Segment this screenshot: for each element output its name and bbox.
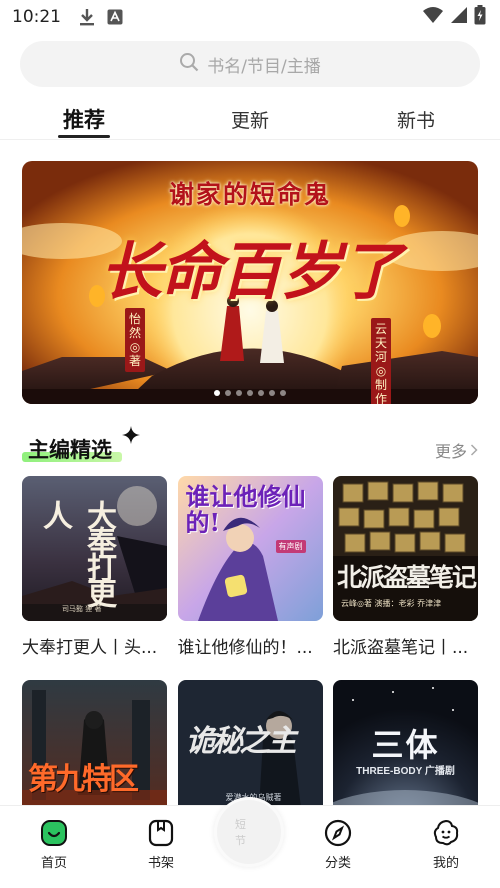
wifi-icon [422, 6, 444, 28]
book-card[interactable]: 三体 THREE-BODY 广播剧 [333, 680, 478, 805]
status-bar: 10:21 [0, 0, 500, 34]
book-cover: 第九特区 [22, 680, 167, 805]
battery-charging-icon [474, 5, 486, 29]
section-title: 主编精选 [28, 438, 112, 462]
accessibility-a-icon [107, 9, 123, 25]
book-title: 大奉打更人丨头... [22, 638, 158, 658]
cover-subtitle: 云峰◎著 演播：老彩 乔津津 [341, 599, 442, 608]
book-row: 第九特区 诡秘之主 爱潜水的乌贼著 三体 THREE-BODY 广 [22, 680, 478, 805]
book-cover: 北派盗墓笔记 云峰◎著 演播：老彩 乔津津 [333, 476, 478, 621]
tab-label: 推荐 [63, 108, 105, 132]
cover-subtitle: 有声剧 [275, 540, 306, 553]
download-icon [79, 8, 95, 26]
nav-home[interactable]: 首页 [24, 818, 84, 871]
cover-title: 北派盗墓笔记 [337, 563, 477, 592]
carousel-dot[interactable] [225, 390, 231, 396]
bookshelf-icon [131, 818, 191, 848]
cover-subtitle: 司马懿 狸 著 [62, 605, 102, 613]
more-link[interactable]: 更多 [435, 438, 478, 462]
book-cover: 谁让他修仙的! 有声剧 [177, 476, 323, 621]
book-title: 北派盗墓笔记丨... [333, 638, 469, 658]
search-input[interactable]: 书名/节目/主播 [20, 41, 480, 87]
section-header-editor-picks: 主编精选 更多 [22, 426, 478, 466]
carousel-dot[interactable] [258, 390, 264, 396]
mini-player-button[interactable]: 短节 [214, 797, 284, 867]
banner-author-left: 怡然◎著 [125, 308, 145, 372]
nav-label: 分类 [324, 856, 351, 871]
tab-updates[interactable]: 更新 [210, 106, 290, 133]
book-cover: 三体 THREE-BODY 广播剧 [333, 680, 478, 805]
book-card[interactable]: 第九特区 [22, 680, 167, 805]
tab-bar: 推荐 更新 新书 [0, 100, 500, 140]
book-card[interactable]: 诡秘之主 爱潜水的乌贼著 [177, 680, 323, 805]
banner-subtitle: 谢家的短命鬼 [168, 180, 331, 209]
home-smile-icon [24, 818, 84, 848]
carousel-dot[interactable] [247, 390, 253, 396]
book-row: 大奉打更人 司马懿 狸 著 大奉打更人丨头... 谁让他修仙的! 有声剧 谁让他… [22, 476, 478, 658]
book-card[interactable]: 谁让他修仙的! 有声剧 谁让他修仙的！... [177, 476, 323, 658]
nav-categories[interactable]: 分类 [308, 818, 368, 871]
tab-label: 新书 [396, 110, 435, 132]
tab-recommend[interactable]: 推荐 [44, 104, 124, 138]
nav-label: 书架 [147, 856, 174, 871]
sparkle-icon [122, 426, 140, 448]
tab-label: 更新 [230, 110, 269, 132]
cover-title: 诡秘之主 [185, 724, 297, 759]
search-placeholder: 书名/节目/主播 [207, 56, 321, 77]
book-card[interactable]: 北派盗墓笔记 云峰◎著 演播：老彩 乔津津 北派盗墓笔记丨... [333, 476, 478, 658]
cover-subtitle: THREE-BODY 广播剧 [356, 766, 455, 777]
search-icon [179, 52, 199, 76]
nav-label: 我的 [432, 856, 459, 871]
carousel-dot[interactable] [280, 390, 286, 396]
book-cover: 大奉打更人 司马懿 狸 著 [22, 476, 167, 621]
cover-title: 大奉打更人 [37, 500, 116, 604]
profile-face-icon [416, 818, 476, 848]
nav-label: 首页 [40, 856, 67, 871]
compass-icon [308, 818, 368, 848]
nav-bookshelf[interactable]: 书架 [131, 818, 191, 871]
chevron-right-icon [470, 441, 478, 460]
banner-title: 长命百岁了 [99, 235, 402, 308]
cover-title: 谁让他修仙的! [185, 482, 306, 537]
cover-title: 三体 [371, 726, 440, 764]
carousel-dot[interactable] [214, 390, 220, 396]
carousel-dots [22, 390, 478, 396]
book-card[interactable]: 大奉打更人 司马懿 狸 著 大奉打更人丨头... [22, 476, 167, 658]
cover-title: 第九特区 [28, 762, 139, 797]
signal-icon [450, 6, 468, 28]
player-label: 短节 [235, 818, 264, 847]
nav-profile[interactable]: 我的 [416, 818, 476, 871]
status-time: 10:21 [12, 7, 61, 27]
more-label: 更多 [434, 442, 467, 461]
tab-new-books[interactable]: 新书 [376, 106, 456, 133]
book-title: 谁让他修仙的！... [177, 638, 313, 658]
banner-carousel[interactable]: 谢家的短命鬼 长命百岁了 怡然◎著 云天河◎制作 [22, 161, 478, 404]
book-cover: 诡秘之主 爱潜水的乌贼著 [177, 680, 323, 805]
carousel-dot[interactable] [236, 390, 242, 396]
carousel-dot[interactable] [269, 390, 275, 396]
tab-active-indicator [58, 135, 110, 138]
